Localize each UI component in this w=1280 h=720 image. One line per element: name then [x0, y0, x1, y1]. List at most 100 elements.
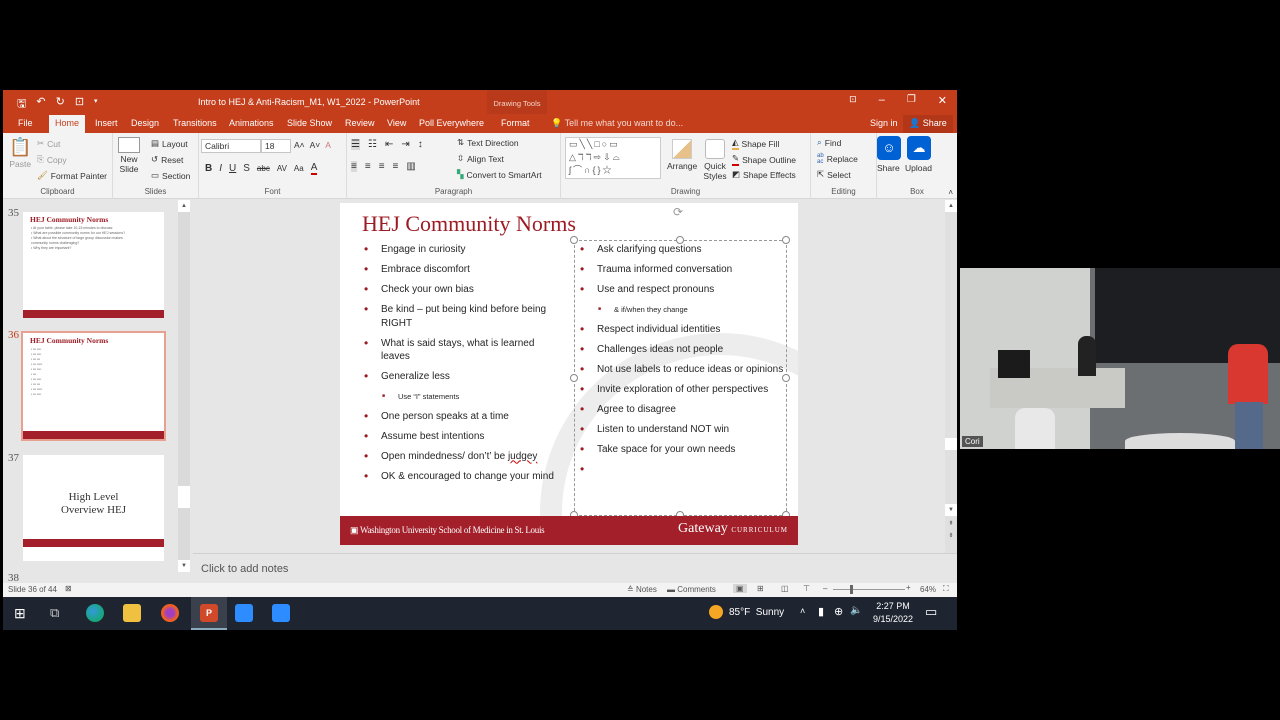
show-hidden-icons[interactable]: ˄ — [800, 606, 805, 616]
edge-browser-icon[interactable] — [86, 604, 104, 622]
minimize-icon[interactable]: – — [879, 94, 885, 107]
slide-thumbnail-37[interactable]: High Level Overview HEJ — [23, 455, 164, 561]
left-bullet-list[interactable]: Engage in curiosity Embrace discomfort Che… — [364, 243, 564, 490]
zoom-slider-thumb[interactable] — [850, 585, 853, 594]
tab-slide-show[interactable]: Slide Show — [287, 118, 332, 128]
slide-canvas[interactable]: HEJ Community Norms Engage in curiosityE… — [340, 203, 798, 545]
resize-handle[interactable] — [782, 374, 790, 382]
notes-pane[interactable]: Click to add notes — [193, 553, 957, 583]
spellcheck-icon[interactable]: ⊠ — [65, 584, 72, 593]
slideshow-icon[interactable]: ⊤ — [803, 584, 810, 593]
zoom-out-icon[interactable]: – — [823, 584, 827, 593]
rotate-handle-icon[interactable]: ⟳ — [673, 205, 683, 219]
align-text-button[interactable]: ⇳ Align Text — [457, 153, 504, 164]
slide-sorter-icon[interactable]: ⊞ — [757, 584, 764, 593]
box-share-icon[interactable]: ☺ — [877, 136, 901, 160]
tab-file[interactable]: File — [18, 118, 33, 128]
decrease-indent-icon[interactable]: ⇤ — [385, 139, 393, 150]
tab-animations[interactable]: Animations — [229, 118, 274, 128]
resize-handle[interactable] — [570, 374, 578, 382]
slide-thumbnail-36[interactable]: HEJ Community Norms ▪ ▪▪▪ ▪▪▪▪ ▪ ▪▪▪ ▪▪▪▪… — [21, 331, 166, 441]
clock[interactable]: 2:27 PM 9/15/2022 — [873, 600, 913, 626]
shape-fill-button[interactable]: ◭ Shape Fill — [732, 137, 779, 150]
numbering-icon[interactable]: ☷ — [368, 139, 377, 150]
resize-handle[interactable] — [676, 236, 684, 244]
shrink-font-icon[interactable]: A˅ — [310, 140, 321, 150]
windows-start-icon[interactable]: ⊞ — [14, 605, 26, 622]
clear-format-icon[interactable]: A — [325, 140, 331, 150]
notes-toggle[interactable]: ≙ Notes — [627, 585, 657, 594]
tab-design[interactable]: Design — [131, 118, 159, 128]
scroll-up-icon[interactable]: ▲ — [945, 200, 957, 212]
shape-effects-button[interactable]: ◩ Shape Effects — [732, 169, 796, 180]
resize-handle[interactable] — [570, 236, 578, 244]
powerpoint-taskbar-button[interactable]: P — [191, 597, 227, 630]
align-right-icon[interactable]: ≡ — [379, 161, 385, 172]
box-upload-icon[interactable]: ☁ — [907, 136, 931, 160]
network-globe-icon[interactable]: ⊕ — [834, 605, 843, 618]
scroll-thumb[interactable] — [945, 438, 957, 450]
char-spacing-icon[interactable]: AV — [277, 164, 287, 173]
box-upload-label[interactable]: Upload — [905, 163, 932, 173]
font-color-icon[interactable]: A — [310, 162, 318, 175]
customize-qat-icon[interactable]: ▾ — [94, 95, 98, 114]
new-slide-button[interactable]: New Slide — [117, 137, 141, 174]
columns-icon[interactable]: ▥ — [406, 161, 415, 172]
quick-styles-button[interactable]: Quick Styles — [701, 139, 729, 181]
zoom-level[interactable]: 64% — [920, 585, 936, 594]
replace-button[interactable]: ab ac Replace — [817, 153, 858, 165]
close-icon[interactable]: ✕ — [938, 94, 947, 107]
grow-font-icon[interactable]: A˄ — [294, 140, 305, 150]
font-size-select[interactable]: 18 — [261, 139, 291, 153]
strikethrough-icon[interactable]: abc — [257, 164, 270, 173]
italic-icon[interactable]: I — [219, 163, 222, 174]
save-icon[interactable]: 🖫 — [17, 95, 26, 114]
volume-muted-icon[interactable]: 🔈 — [850, 605, 862, 616]
zoom-meeting-icon[interactable] — [272, 604, 290, 622]
fit-slide-icon[interactable]: ⛶ — [943, 584, 949, 594]
notifications-icon[interactable]: ▭ — [925, 604, 937, 620]
arrange-button[interactable]: Arrange — [667, 139, 697, 171]
task-view-icon[interactable]: ⧉ — [50, 605, 59, 621]
align-center-icon[interactable]: ≡ — [365, 161, 371, 172]
present-icon[interactable]: ⊡ — [75, 95, 84, 114]
shapes-gallery[interactable]: ▭╲╲□○▭ △ℸℸ⇨⇩⌓ ʃ⌒∩{}☆ — [565, 137, 661, 179]
tab-home[interactable]: Home — [49, 115, 86, 133]
cut-button[interactable]: ✂ Cut — [37, 138, 60, 149]
scroll-up-icon[interactable]: ▲ — [178, 200, 190, 212]
tab-review[interactable]: Review — [345, 118, 375, 128]
misspelled-word[interactable]: judgey — [508, 451, 537, 462]
next-slide-icon[interactable]: ⇟ — [945, 530, 957, 542]
align-left-icon[interactable]: ≡ — [351, 161, 357, 172]
share-button[interactable]: 👤 Share — [903, 115, 953, 133]
weather-widget[interactable]: 85°F Sunny — [729, 607, 784, 618]
tab-view[interactable]: View — [387, 118, 406, 128]
tab-transitions[interactable]: Transitions — [173, 118, 217, 128]
justify-icon[interactable]: ≡ — [393, 161, 399, 172]
microphone-icon[interactable]: ▮ — [818, 605, 824, 618]
restore-icon[interactable]: ❐ — [907, 94, 916, 107]
undo-icon[interactable]: ↶ — [36, 95, 45, 114]
layout-button[interactable]: ▤ Layout — [151, 138, 188, 149]
format-painter-button[interactable]: 🖌 Format Painter — [37, 170, 107, 181]
scroll-down-icon[interactable]: ▼ — [178, 560, 190, 572]
section-button[interactable]: ▭ Section — [151, 170, 190, 181]
underline-icon[interactable]: U — [229, 163, 236, 174]
normal-view-icon[interactable]: ▣ — [733, 584, 747, 593]
change-case-icon[interactable]: Aa — [294, 164, 304, 173]
bold-icon[interactable]: B — [205, 163, 212, 174]
shape-outline-button[interactable]: ✎ Shape Outline — [732, 153, 796, 166]
file-explorer-icon[interactable] — [123, 604, 141, 622]
zoom-app-icon[interactable] — [235, 604, 253, 622]
select-button[interactable]: ⇱ Select — [817, 169, 851, 180]
tell-me-search[interactable]: 💡 Tell me what you want to do... — [551, 118, 683, 129]
selected-textbox[interactable] — [574, 240, 787, 516]
scroll-down-icon[interactable]: ▼ — [945, 504, 957, 516]
convert-smartart-button[interactable]: ▚ Convert to SmartArt — [457, 169, 542, 180]
slide-title[interactable]: HEJ Community Norms — [362, 211, 576, 237]
comments-toggle[interactable]: ▬ Comments — [667, 585, 716, 594]
previous-slide-icon[interactable]: ⇞ — [945, 518, 957, 530]
bullets-icon[interactable]: ☰ — [351, 139, 360, 150]
slide-thumbnail-35[interactable]: HEJ Community Norms • At your table, ple… — [23, 212, 164, 318]
slide-scrollbar[interactable]: ▲ ▼ ⇞ ⇟ — [945, 200, 957, 583]
